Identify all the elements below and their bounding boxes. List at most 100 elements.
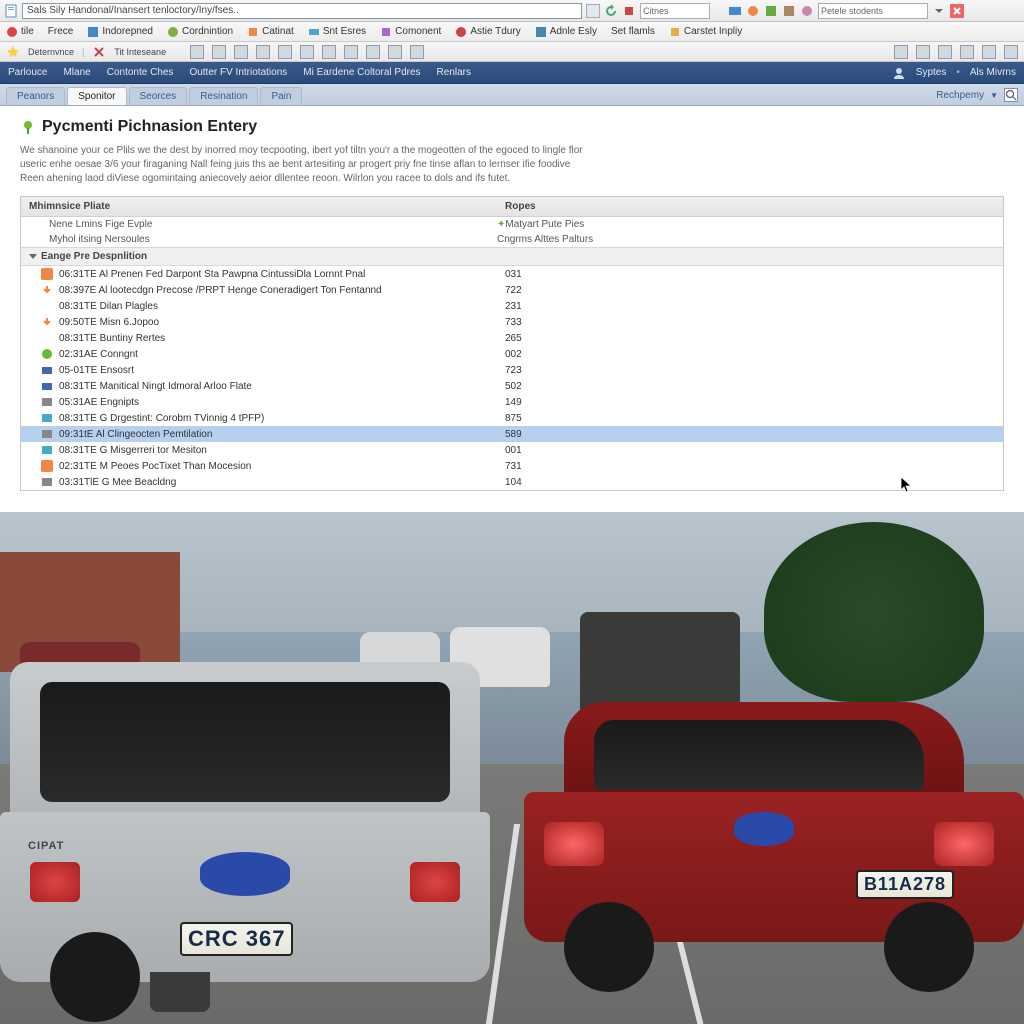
row-desc: 08:31TE G Misgerreri tor Mesiton — [59, 445, 499, 456]
toolbar-icon-2[interactable] — [746, 4, 760, 18]
tb-icon-i[interactable] — [366, 45, 380, 59]
row-icon — [41, 476, 53, 488]
search-field-1[interactable] — [640, 3, 710, 19]
row-desc: 06:31TE Al Prenen Fed Darpont Sta Pawpna… — [59, 269, 499, 280]
row-icon — [41, 444, 53, 456]
stop-icon[interactable] — [622, 4, 636, 18]
row-icon — [41, 364, 53, 376]
row-icon — [41, 316, 53, 328]
toolbar2-label-1: Deternvnce — [28, 47, 74, 57]
row-value: 002 — [505, 349, 565, 360]
tab-pain[interactable]: Pain — [260, 87, 302, 105]
tb-icon-c[interactable] — [234, 45, 248, 59]
toolbar-icon-3[interactable] — [764, 4, 778, 18]
menu-indorepned[interactable]: Indorepned — [87, 26, 153, 38]
dropdown-icon[interactable] — [932, 4, 946, 18]
table-row[interactable]: 05:31AE Engnipts149 — [21, 394, 1003, 410]
table-row[interactable]: 05-01TE Ensosrt723 — [21, 362, 1003, 378]
summary-rows: Nene Lmins Fige Evple✦ Matyart Pute Pies… — [21, 217, 1003, 248]
menu-cordnintion[interactable]: Cordnintion — [167, 26, 233, 38]
menu-carstet[interactable]: Carstet Inpliy — [669, 26, 742, 38]
tb-icon-d[interactable] — [256, 45, 270, 59]
nav-outter[interactable]: Outter FV Intriotations — [189, 67, 287, 78]
tabs-right-label[interactable]: Rechpemy — [936, 90, 984, 101]
tb-icon-g[interactable] — [322, 45, 336, 59]
table-row[interactable]: 02:31AE Conngnt002 — [21, 346, 1003, 362]
nav-contonte[interactable]: Contonte Ches — [107, 67, 174, 78]
toolbar-icon-4[interactable] — [782, 4, 796, 18]
tb-icon-r4[interactable] — [960, 45, 974, 59]
table-row[interactable]: 03:31TlE G Mee Beacldng104 — [21, 474, 1003, 490]
menu-adnle[interactable]: Adnle Esly — [535, 26, 597, 38]
rows-container: 06:31TE Al Prenen Fed Darpont Sta Pawpna… — [21, 266, 1003, 490]
menu-tile[interactable]: tile — [6, 26, 34, 38]
nav-mlane[interactable]: Mlane — [63, 67, 90, 78]
nav-syptes[interactable]: Syptes — [916, 67, 947, 78]
tb-icon-h[interactable] — [344, 45, 358, 59]
license-plate-left: CRC 367 — [180, 922, 293, 956]
tb-icon-r2[interactable] — [916, 45, 930, 59]
search-icon[interactable] — [1004, 88, 1018, 102]
menu-sntesres[interactable]: Snt Esres — [308, 26, 366, 38]
row-icon — [41, 332, 53, 344]
menu-frece[interactable]: Frece — [48, 26, 74, 37]
tb-icon-r5[interactable] — [982, 45, 996, 59]
row-icon — [41, 284, 53, 296]
nav-parlouce[interactable]: Parlouce — [8, 67, 47, 78]
tb-icon-k[interactable] — [410, 45, 424, 59]
table-row[interactable]: 06:31TE Al Prenen Fed Darpont Sta Pawpna… — [21, 266, 1003, 282]
table-row[interactable]: 08:31TE Manitical Ningt Idmoral Arloo Fl… — [21, 378, 1003, 394]
tb-icon-j[interactable] — [388, 45, 402, 59]
table-row[interactable]: 02:31TE M Peoes PocTixet Than Mocesion73… — [21, 458, 1003, 474]
row-value: 731 — [505, 461, 565, 472]
summary-1b: Matyart Pute Pies — [505, 219, 584, 230]
nav-renlars[interactable]: Renlars — [437, 67, 471, 78]
tb-icon-r3[interactable] — [938, 45, 952, 59]
tb-icon-e[interactable] — [278, 45, 292, 59]
row-icon — [41, 412, 53, 424]
section-header[interactable]: Eange Pre Despnlition — [21, 248, 1003, 266]
chevron-down-icon[interactable]: ▼ — [990, 91, 998, 100]
row-icon — [41, 428, 53, 440]
menu-comonent[interactable]: Comonent — [380, 26, 441, 38]
tb-icon-a[interactable] — [190, 45, 204, 59]
tb-icon-b[interactable] — [212, 45, 226, 59]
nav-mivrns[interactable]: Als Mivrns — [970, 67, 1016, 78]
close-icon[interactable] — [950, 4, 964, 18]
tab-seorces[interactable]: Seorces — [129, 87, 188, 105]
search-field-2[interactable] — [818, 3, 928, 19]
row-desc: 03:31TlE G Mee Beacldng — [59, 477, 499, 488]
go-button[interactable] — [586, 4, 600, 18]
row-value: 875 — [505, 413, 565, 424]
menu-astie[interactable]: Astie Tdury — [455, 26, 520, 38]
table-row[interactable]: 08:31TE G Misgerreri tor Mesiton001 — [21, 442, 1003, 458]
tb-icon-f[interactable] — [300, 45, 314, 59]
row-desc: 08:31TE Dilan Plagles — [59, 301, 499, 312]
tab-sponitor[interactable]: Sponitor — [67, 87, 126, 105]
toolbar-icon-1[interactable] — [728, 4, 742, 18]
row-value: 231 — [505, 301, 565, 312]
row-icon — [41, 380, 53, 392]
badge-left: CIPAT — [28, 840, 64, 852]
table-row[interactable]: 09:50TE Misn 6.Jopoo733 — [21, 314, 1003, 330]
table-row[interactable]: 09:31tE Al Clingeocten Pemtilation589 — [21, 426, 1003, 442]
menu-catinat[interactable]: Catinat — [247, 26, 294, 38]
col-header-2[interactable]: Ropes — [497, 197, 544, 216]
tab-resination[interactable]: Resination — [189, 87, 258, 105]
table-row[interactable]: 08:31TE Buntiny Rertes265 — [21, 330, 1003, 346]
url-input[interactable] — [22, 3, 582, 19]
tb-icon-r6[interactable] — [1004, 45, 1018, 59]
menu-setflam[interactable]: Set flamls — [611, 26, 655, 37]
table-row[interactable]: 08:31TE Dilan Plagles 231 — [21, 298, 1003, 314]
table-row[interactable]: 08:397E Al lootecdgn Precose /PRPT Henge… — [21, 282, 1003, 298]
col-header-1[interactable]: Mhimnsice Pliate — [21, 197, 497, 216]
table-row[interactable]: 08:31TE G Drgestint: Corobm TVinnig 4 tP… — [21, 410, 1003, 426]
star-icon[interactable] — [6, 45, 20, 59]
tab-peanors[interactable]: Peanors — [6, 87, 65, 105]
row-icon — [41, 268, 53, 280]
tb-icon-r1[interactable] — [894, 45, 908, 59]
toolbar-icon-5[interactable] — [800, 4, 814, 18]
nav-eardene[interactable]: Mi Eardene Coltoral Pdres — [303, 67, 420, 78]
x-icon[interactable] — [92, 45, 106, 59]
refresh-icon[interactable] — [604, 4, 618, 18]
